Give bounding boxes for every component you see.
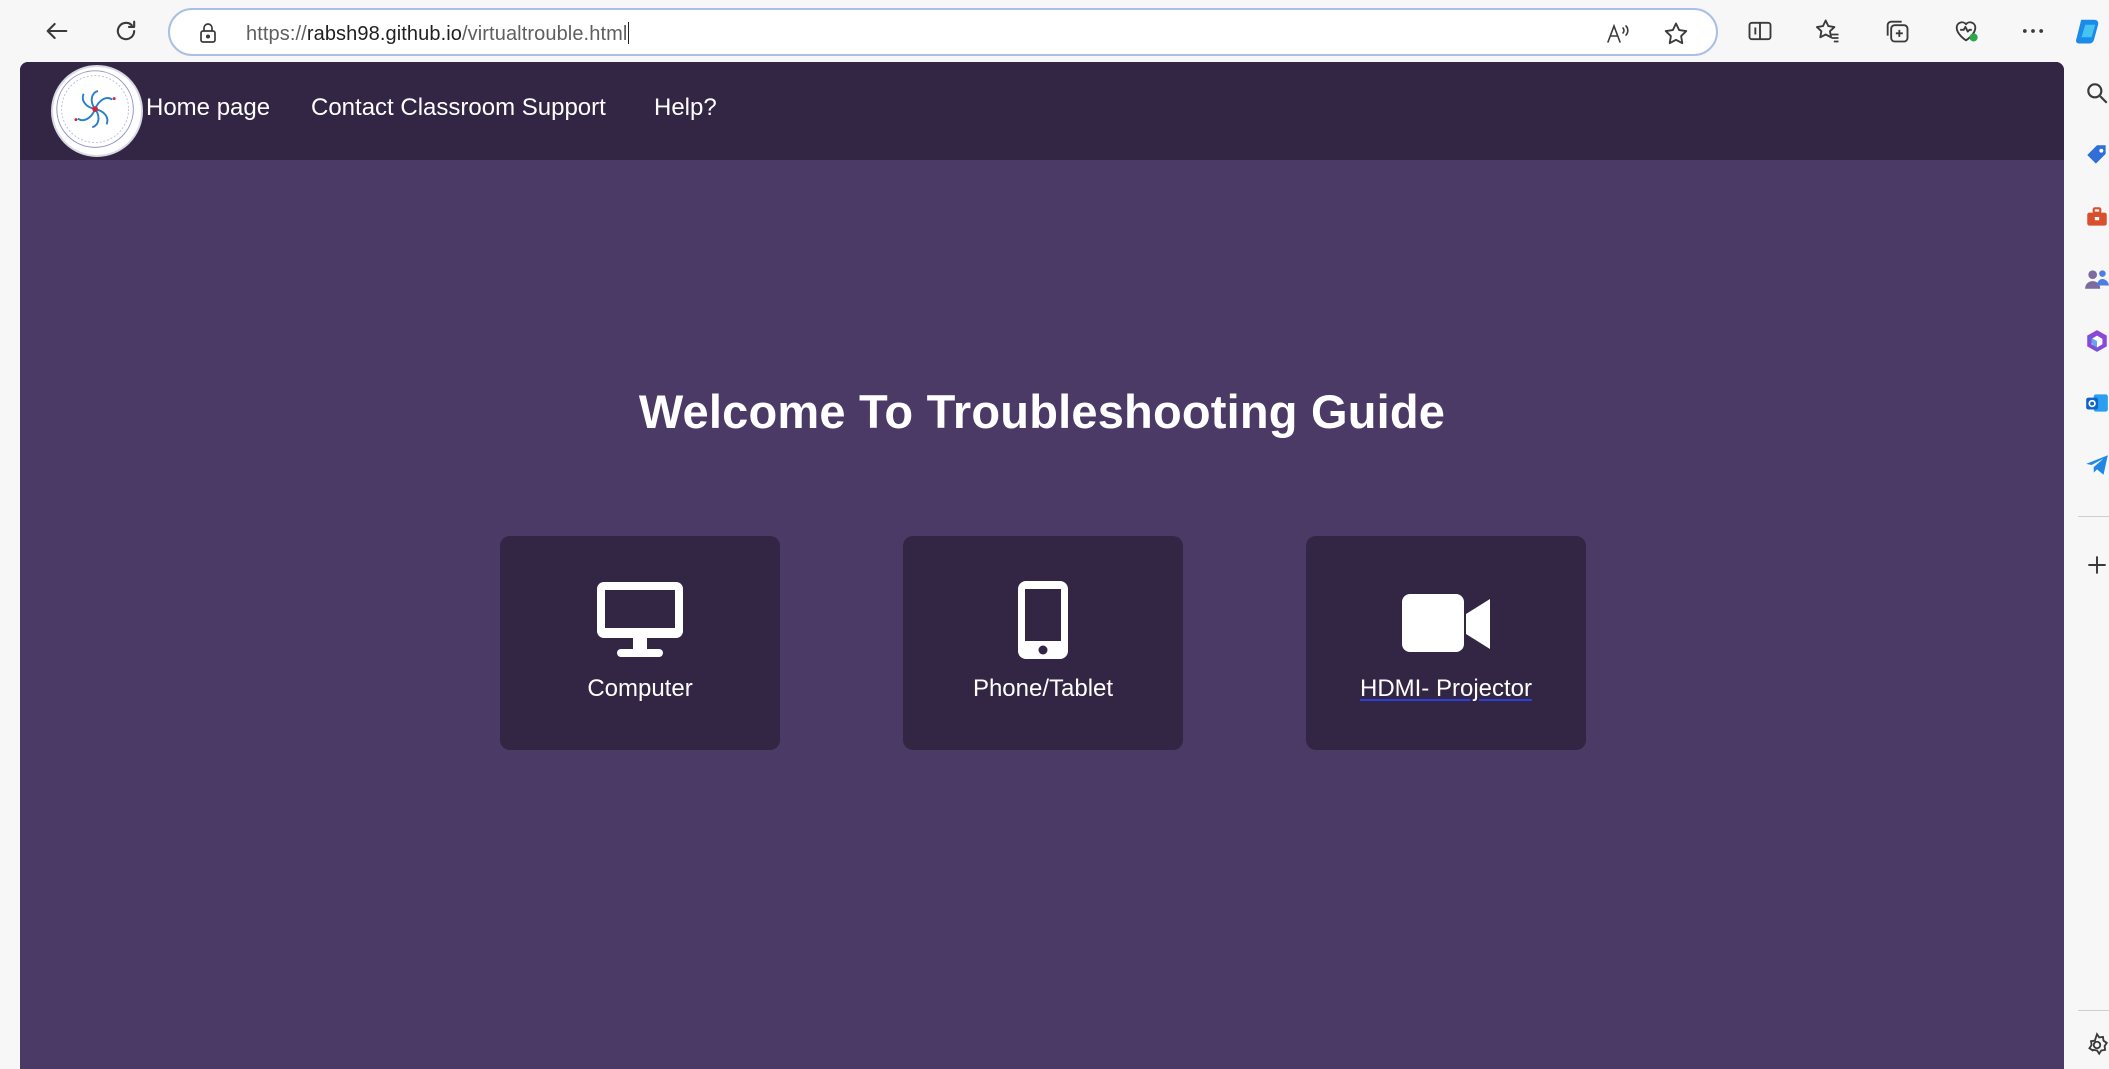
nav-contact-link[interactable]: Contact Classroom Support (311, 94, 606, 122)
browser-toolbar: https://rabsh98.github.io/virtualtrouble… (0, 0, 2109, 62)
shopping-tag-icon[interactable] (2084, 142, 2109, 168)
collections-icon (1886, 20, 1909, 43)
page-title: Welcome To Troubleshooting Guide (638, 385, 1446, 438)
telegram-icon[interactable] (2084, 452, 2109, 478)
url-host: rabsh98.github.io (306, 23, 462, 45)
video-camera-icon (1402, 594, 1490, 652)
nav-help-link[interactable]: Help? (654, 94, 717, 122)
back-button[interactable] (34, 8, 80, 54)
copilot-icon (2076, 19, 2099, 44)
favorites-icon (1815, 19, 1839, 43)
computer-card[interactable]: Computer (500, 536, 780, 750)
outlook-icon[interactable] (2084, 390, 2109, 416)
tools-icon[interactable] (2084, 204, 2109, 230)
more-options-button[interactable] (2010, 8, 2056, 54)
logo-emblem-icon (56, 70, 134, 148)
more-options-icon (2022, 29, 2044, 33)
desktop-monitor-icon (597, 582, 683, 657)
copilot-button[interactable] (2074, 8, 2109, 54)
microsoft365-icon[interactable] (2084, 328, 2109, 354)
split-screen-button[interactable] (1737, 8, 1783, 54)
url-text[interactable]: https://rabsh98.github.io/virtualtrouble… (246, 22, 630, 46)
read-aloud-icon[interactable] (1604, 20, 1632, 48)
edge-sidebar (2064, 62, 2109, 1069)
settings-icon[interactable] (2084, 1032, 2109, 1058)
address-bar[interactable]: https://rabsh98.github.io/virtualtrouble… (168, 8, 1718, 56)
browser-essentials-icon (1955, 21, 1978, 42)
sidebar-divider (2078, 1010, 2109, 1011)
refresh-button[interactable] (103, 8, 149, 54)
refresh-icon (116, 20, 136, 41)
hdmi-projector-card[interactable]: HDMI- Projector (1306, 536, 1586, 750)
sidebar-divider (2078, 516, 2109, 517)
mobile-phone-icon (1018, 581, 1068, 659)
split-screen-icon (1748, 21, 1772, 41)
hdmi-projector-card-label: HDMI- Projector (1359, 675, 1533, 702)
favorites-button[interactable] (1805, 8, 1851, 54)
people-icon[interactable] (2084, 266, 2109, 292)
add-icon[interactable] (2084, 552, 2109, 578)
favorite-star-icon[interactable] (1662, 20, 1690, 48)
collections-button[interactable] (1874, 8, 1920, 54)
site-logo[interactable] (51, 65, 143, 157)
back-arrow-icon (46, 22, 68, 40)
search-icon[interactable] (2084, 80, 2109, 106)
nav-home-link[interactable]: Home page (146, 94, 270, 122)
url-path: /virtualtrouble.html (462, 23, 628, 45)
browser-essentials-button[interactable] (1943, 8, 1989, 54)
url-scheme: https:// (246, 23, 307, 45)
web-page: Home page Contact Classroom Support Help… (20, 62, 2064, 1069)
phone-tablet-card-label: Phone/Tablet (972, 675, 1114, 702)
navbar: Home page Contact Classroom Support Help… (20, 62, 2064, 160)
lock-icon[interactable] (196, 21, 220, 45)
phone-tablet-card[interactable]: Phone/Tablet (903, 536, 1183, 750)
text-caret (628, 22, 630, 44)
computer-card-label: Computer (587, 675, 693, 702)
